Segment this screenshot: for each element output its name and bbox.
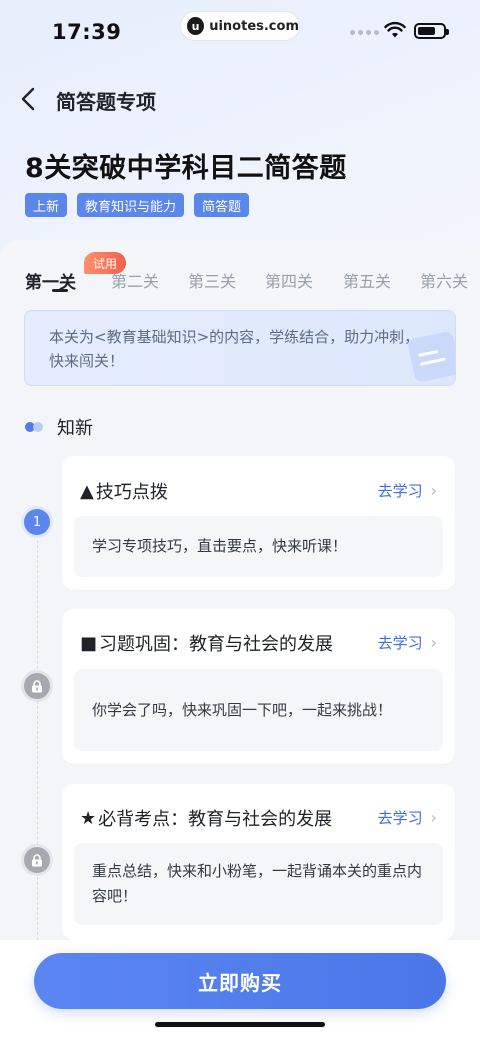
back-button[interactable] [14,84,42,114]
notice-text: 本关为<教育基础知识>的内容，学练结合，助力冲刺，快来闯关！ [49,328,420,370]
study-link[interactable]: 去学习 › [378,632,437,653]
buy-now-button[interactable]: 立即购买 [34,953,446,1009]
tab-level-1[interactable]: 第一关 [25,268,76,293]
tag-type: 简答题 [194,193,250,217]
chevron-right-icon: › [430,808,437,827]
tab-level-4[interactable]: 第四关 [265,268,313,292]
study-link-label: 去学习 [377,482,423,500]
timeline-line [37,520,38,940]
tab-level-3[interactable]: 第三关 [188,268,236,292]
signal-icon [350,30,379,35]
card-description: 学习专项技巧，直击要点，快来听课！ [74,516,443,577]
lock-icon [24,673,50,699]
section-header: 知新 [25,414,93,440]
card-title-text: 习题巩固：教育与社会的发展 [99,634,334,655]
step-node-1: 1 [24,509,50,535]
card-description: 你学会了吗，快来巩固一下吧，一起来挑战！ [74,669,443,751]
level-notice: 本关为<教育基础知识>的内容，学练结合，助力冲刺，快来闯关！ [24,310,456,386]
card-title-text: 必背考点：教育与社会的发展 [98,809,333,830]
section-dots-icon [25,420,47,434]
study-link[interactable]: 去学习 › [378,480,437,501]
home-indicator [155,1022,325,1027]
tag-subject: 教育知识与能力 [77,193,185,217]
lesson-card-practice[interactable]: ■ 习题巩固：教育与社会的发展 去学习 › 你学会了吗，快来巩固一下吧，一起来挑… [62,609,455,764]
card-title: ▲ 技巧点拨 [80,478,168,504]
watermark-pill: u uinotes.com [180,11,300,41]
wifi-icon [384,21,406,38]
study-link[interactable]: 去学习 › [378,807,437,828]
tab-level-5[interactable]: 第五关 [343,268,391,292]
study-link-label: 去学习 [377,809,423,827]
card-title-text: 技巧点拨 [95,482,168,503]
card-title: ★ 必背考点：教育与社会的发展 [80,805,332,831]
watermark-text: uinotes.com [209,18,299,34]
tag-new: 上新 [25,193,68,217]
triangle-icon: ▲ [80,480,94,502]
square-icon: ■ [80,632,98,654]
chevron-right-icon: › [430,481,437,500]
battery-icon [414,23,449,39]
star-icon: ★ [80,807,97,829]
chevron-left-icon [21,87,35,111]
trial-badge: 试用 [84,252,127,274]
status-bar: 17:39 u uinotes.com [0,0,480,62]
study-link-label: 去学习 [377,634,423,652]
tab-level-6[interactable]: 第六关 [420,268,468,292]
lock-icon [24,847,50,873]
lesson-card-keypoints[interactable]: ★ 必背考点：教育与社会的发展 去学习 › 重点总结，快来和小粉笔，一起背诵本关… [62,784,455,940]
status-time: 17:39 [52,20,122,44]
active-tab-indicator [52,289,68,292]
section-title: 知新 [57,418,93,439]
card-description: 重点总结，快来和小粉笔，一起背诵本关的重点内容吧！ [74,843,443,925]
course-title: 8关突破中学科目二简答题 [25,153,347,184]
lesson-card-tips[interactable]: ▲ 技巧点拨 去学习 › 学习专项技巧，直击要点，快来听课！ [62,456,455,590]
card-title: ■ 习题巩固：教育与社会的发展 [80,630,333,656]
watermark-logo: u [187,17,205,35]
notebook-icon [408,331,455,382]
nav-title: 简答题专项 [56,90,156,114]
level-tabs: 第一关 第二关 第三关 第四关 第五关 第六关 [0,268,480,298]
chevron-right-icon: › [430,633,437,652]
course-tags: 上新 教育知识与能力 简答题 [25,193,250,217]
